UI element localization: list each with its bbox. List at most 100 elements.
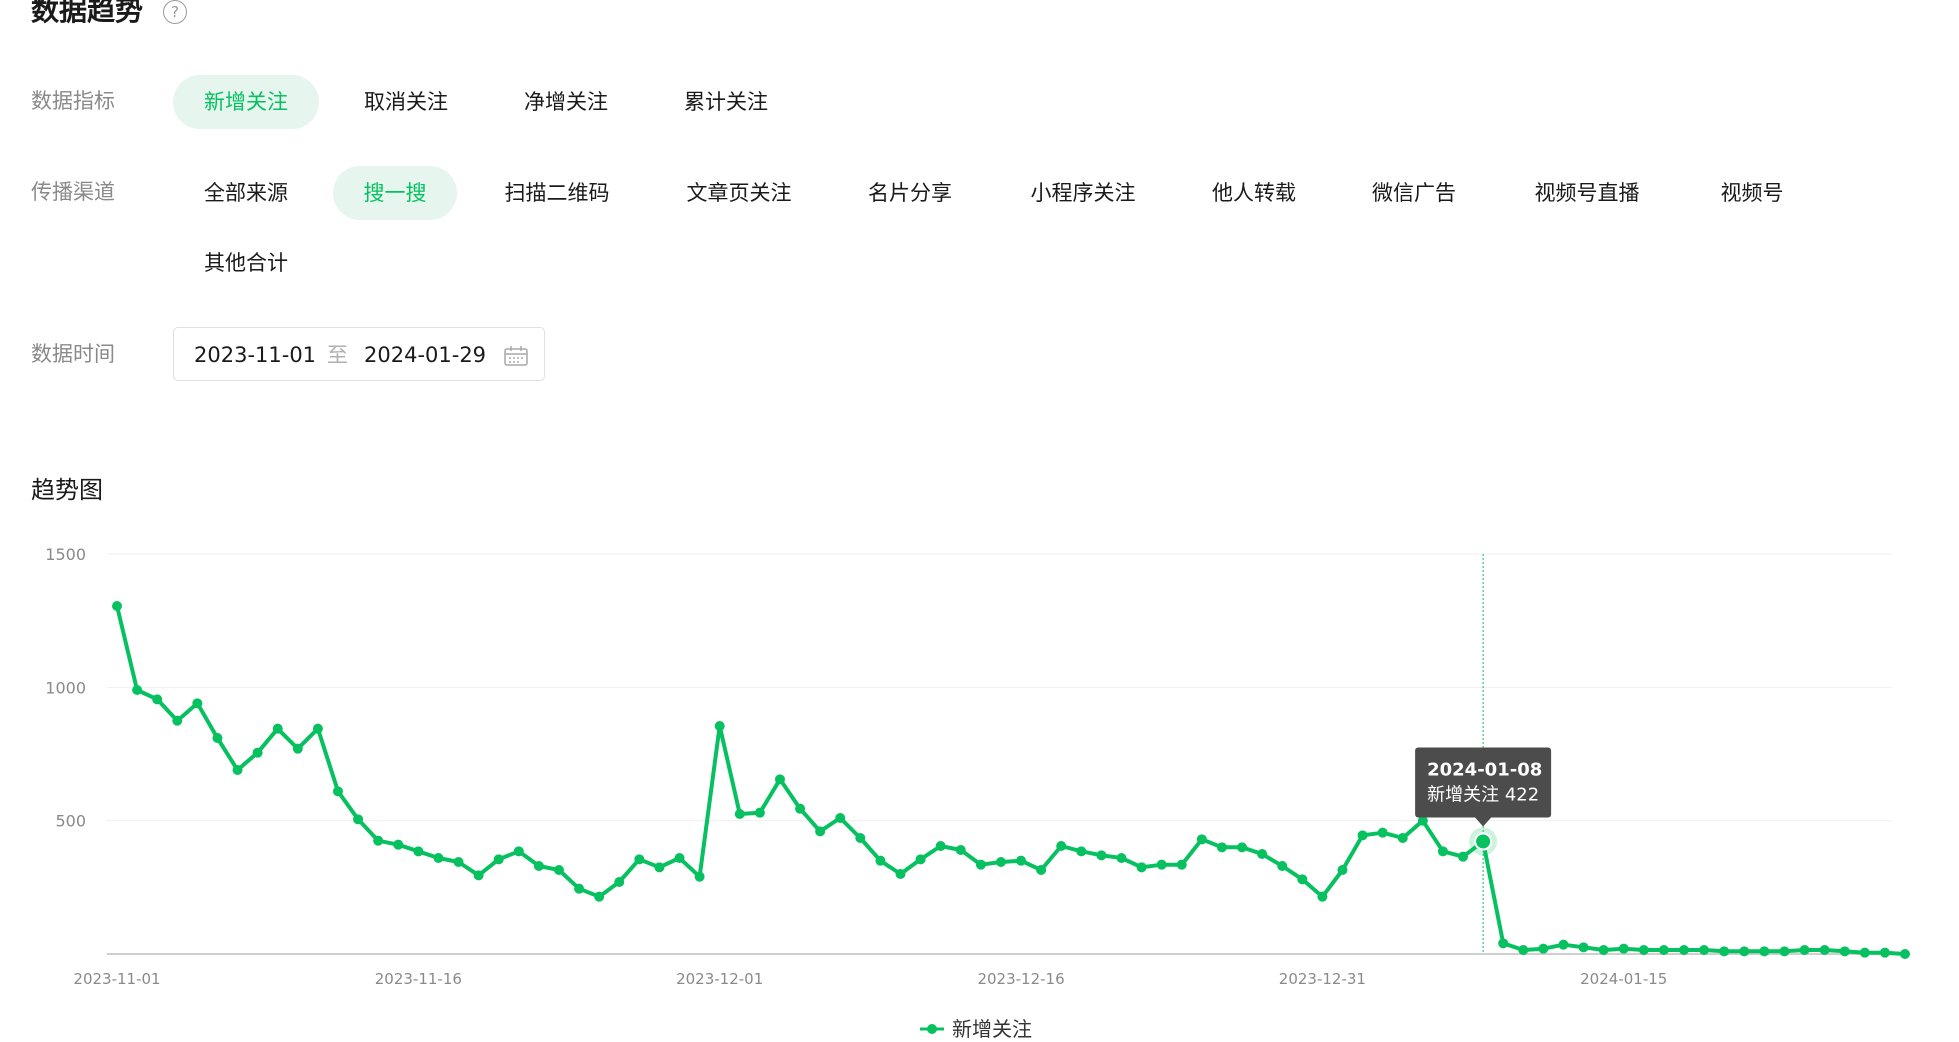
data-point xyxy=(1176,859,1187,870)
data-point xyxy=(493,854,504,865)
channel-pill-qrcode[interactable]: 扫描二维码 xyxy=(481,166,633,220)
data-point xyxy=(1658,945,1669,955)
data-point xyxy=(1799,945,1810,955)
data-point xyxy=(654,862,665,873)
data-point xyxy=(714,721,725,731)
chart-legend: 新增关注 xyxy=(920,1017,1032,1041)
channel-pill-channels[interactable]: 视频号 xyxy=(1697,166,1807,220)
data-point xyxy=(1277,861,1288,871)
channel-pill-wechat-ads[interactable]: 微信广告 xyxy=(1347,166,1481,220)
x-tick-label: 2023-12-01 xyxy=(676,970,763,988)
data-point xyxy=(915,854,926,865)
data-point xyxy=(1357,830,1368,841)
data-point xyxy=(1437,846,1448,857)
page-title: 数据趋势 xyxy=(31,0,144,27)
data-point xyxy=(513,846,524,857)
legend-label: 新增关注 xyxy=(952,1017,1032,1041)
data-point xyxy=(1538,943,1549,954)
data-point xyxy=(553,865,564,875)
calendar-icon[interactable] xyxy=(504,346,528,370)
data-point xyxy=(1076,846,1087,857)
channel-pill-channels-live[interactable]: 视频号直播 xyxy=(1507,166,1667,220)
channel-pill-search[interactable]: 搜一搜 xyxy=(333,166,457,220)
trend-section-title: 趋势图 xyxy=(31,476,103,504)
data-point xyxy=(152,694,163,705)
data-point xyxy=(815,826,826,837)
data-point xyxy=(1498,938,1509,949)
chart-tooltip: 2024-01-08 新增关注 422 xyxy=(1415,747,1552,827)
channel-pill-miniprogram[interactable]: 小程序关注 xyxy=(1003,166,1163,220)
data-point xyxy=(1518,945,1529,955)
trend-line-chart[interactable]: 500 1000 1500 2023-11-01 2023-11-16 2023-12-0… xyxy=(0,520,1959,1042)
data-point xyxy=(1578,942,1589,953)
data-point xyxy=(1699,945,1710,955)
data-point xyxy=(453,857,464,867)
data-point xyxy=(312,723,323,734)
x-tick-label: 2023-11-16 xyxy=(375,970,462,988)
data-point xyxy=(574,883,585,894)
metric-pill-unfollow[interactable]: 取消关注 xyxy=(339,75,473,129)
data-point xyxy=(373,835,384,846)
metric-pill-net-follow[interactable]: 净增关注 xyxy=(499,75,633,129)
data-point xyxy=(1237,842,1248,853)
date-end[interactable]: 2024-01-29 xyxy=(364,328,486,382)
data-point xyxy=(112,601,122,611)
data-point xyxy=(1759,946,1770,957)
data-point xyxy=(1257,849,1268,859)
tooltip-box xyxy=(1415,747,1552,818)
data-point xyxy=(935,841,946,851)
data-point xyxy=(694,871,705,882)
data-point xyxy=(1900,949,1910,959)
channel-pill-article[interactable]: 文章页关注 xyxy=(663,166,815,220)
date-start[interactable]: 2023-11-01 xyxy=(194,328,316,382)
data-point xyxy=(835,813,846,823)
data-point xyxy=(975,859,986,870)
legend-swatch-dot xyxy=(927,1024,937,1034)
data-point xyxy=(1879,947,1890,958)
series-line xyxy=(115,604,1907,956)
data-point xyxy=(1638,945,1649,955)
data-point xyxy=(1679,945,1690,955)
data-point xyxy=(594,891,605,902)
x-tick-label: 2023-12-31 xyxy=(1279,970,1366,988)
data-point xyxy=(1719,946,1730,957)
data-point xyxy=(533,861,544,871)
data-point xyxy=(734,809,745,819)
channel-row-label: 传播渠道 xyxy=(31,180,115,204)
data-point xyxy=(1558,939,1569,950)
data-point xyxy=(1136,862,1147,873)
data-point xyxy=(1859,947,1870,958)
data-point xyxy=(674,853,685,863)
data-point xyxy=(1297,874,1308,885)
highlight-point xyxy=(1474,832,1493,851)
y-tick-label: 1500 xyxy=(45,545,86,564)
data-point xyxy=(353,814,364,825)
help-icon[interactable]: ? xyxy=(163,0,187,24)
data-point xyxy=(1156,859,1167,870)
data-point xyxy=(995,857,1006,867)
channel-pill-other[interactable]: 其他合计 xyxy=(173,236,319,290)
tooltip-value: 新增关注 422 xyxy=(1427,784,1539,805)
data-point xyxy=(232,765,243,775)
data-point xyxy=(252,747,263,758)
data-point xyxy=(1739,946,1750,957)
date-range-picker[interactable]: 2023-11-01 至 2024-01-29 xyxy=(173,327,545,381)
chart-gridlines xyxy=(107,553,1892,954)
data-point xyxy=(1116,853,1127,863)
tooltip-arrow xyxy=(1475,817,1492,827)
channel-pill-repost[interactable]: 他人转载 xyxy=(1187,166,1321,220)
data-point xyxy=(1397,833,1408,843)
metric-pill-total-follow[interactable]: 累计关注 xyxy=(659,75,793,129)
metric-pill-new-follow[interactable]: 新增关注 xyxy=(173,75,319,129)
data-point xyxy=(754,807,765,818)
data-point xyxy=(212,733,223,743)
data-point xyxy=(1056,841,1067,851)
data-point xyxy=(1216,842,1227,853)
channel-pill-card-share[interactable]: 名片分享 xyxy=(843,166,977,220)
metric-row-label: 数据指标 xyxy=(31,89,115,113)
data-point xyxy=(614,877,625,887)
data-point xyxy=(1598,945,1609,955)
data-point xyxy=(1337,865,1348,875)
channel-pill-all[interactable]: 全部来源 xyxy=(173,166,319,220)
data-point xyxy=(332,786,343,797)
